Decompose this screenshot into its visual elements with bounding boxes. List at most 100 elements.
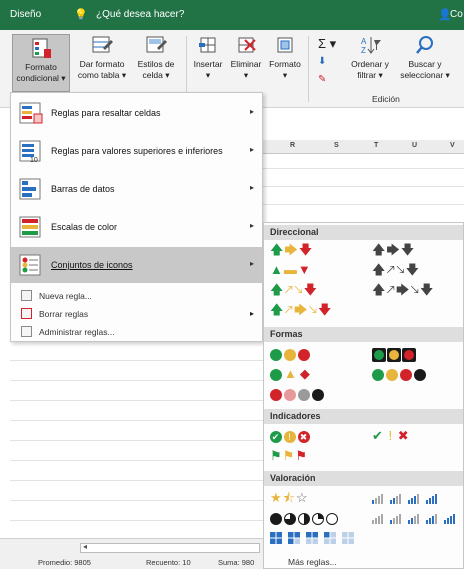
full-circle-icon: [270, 512, 282, 525]
yellow-circle-icon: [386, 368, 398, 381]
insert-button[interactable]: Insertar ▾: [190, 34, 226, 81]
user-name[interactable]: Co: [450, 9, 463, 20]
icon-set-3-signs[interactable]: ▲ ◆: [270, 367, 311, 381]
column-header[interactable]: R: [290, 142, 295, 149]
arrow-down-right-icon: 🡖: [293, 282, 304, 297]
conditional-format-menu: Reglas para resaltar celdas ▸ 10 Reglas …: [10, 92, 263, 342]
arrow-down-icon: 🡇: [420, 282, 435, 297]
icon-set-3-symbols-circled[interactable]: ✔! ✖: [270, 429, 312, 443]
more-rules-link[interactable]: Más reglas...: [288, 557, 337, 567]
arrow-down-icon: 🡇: [318, 302, 333, 317]
icon-set-5-ratings[interactable]: [372, 511, 462, 528]
yellow-flag-icon: ⚑: [282, 448, 296, 463]
submenu-arrow-icon: ▸: [249, 221, 254, 230]
icon-set-3-arrows-colored[interactable]: 🡅🡆🡇: [270, 243, 313, 257]
icon-set-3-symbols[interactable]: ✔ ! ✖: [372, 429, 410, 443]
horizontal-scrollbar[interactable]: ◂: [80, 542, 260, 553]
find-select-button[interactable]: Buscar y seleccionar ▾: [396, 34, 454, 81]
x-icon: ✖: [397, 428, 410, 443]
scroll-left-icon[interactable]: ◂: [83, 542, 87, 551]
menu-item-data-bars[interactable]: Barras de datos ▸: [11, 171, 262, 207]
arrow-down-right-icon: 🡖: [308, 302, 319, 317]
svg-text:10: 10: [30, 157, 38, 163]
fill-icon[interactable]: ⬇: [318, 56, 326, 67]
icon-set-3-arrows-gray[interactable]: 🡅🡆🡇: [372, 243, 415, 257]
grid-line: [10, 440, 263, 441]
title-bar: Diseño 💡 ¿Qué desea hacer? 👤 Co: [0, 0, 464, 30]
menu-item-highlight-rules[interactable]: Reglas para resaltar celdas ▸: [11, 95, 262, 131]
tab-diseno[interactable]: Diseño: [10, 9, 41, 20]
section-header-valoracion: Valoración: [264, 471, 463, 486]
icon-set-5-quarters[interactable]: [270, 511, 340, 525]
menu-item-manage-rules[interactable]: Administrar reglas...: [11, 323, 262, 341]
grid-line: [10, 520, 263, 521]
status-average: Promedio: 9805: [38, 558, 91, 567]
section-header-formas: Formas: [264, 327, 463, 342]
empty-circle-icon: [326, 512, 338, 525]
menu-item-new-rule[interactable]: Nueva regla...: [11, 287, 262, 305]
format-cells-icon: [274, 34, 296, 56]
icon-set-4-ratings[interactable]: [372, 491, 458, 508]
arrow-up-icon: 🡅: [270, 282, 285, 297]
x-circle-icon: ✖: [298, 430, 310, 443]
icon-set-5-boxes[interactable]: [270, 531, 362, 548]
dash-icon: ▬: [283, 262, 298, 277]
icon-set-5-arrows-colored[interactable]: 🡅🡕🡆🡖🡇: [270, 303, 332, 317]
arrow-down-icon: 🡇: [400, 242, 416, 257]
empty-star-icon: ☆: [295, 490, 309, 505]
menu-item-top-bottom-rules[interactable]: 10 Reglas para valores superiores e infe…: [11, 133, 262, 169]
menu-item-label: Reglas para valores superiores e inferio…: [51, 146, 223, 156]
cell-styles-button[interactable]: Estilos de celda ▾: [132, 34, 180, 81]
icon-set-4-traffic-lights[interactable]: [372, 367, 428, 381]
arrow-up-right-icon: 🡕: [284, 282, 294, 297]
delete-label1: Eliminar: [230, 59, 262, 69]
menu-item-color-scales[interactable]: Escalas de color ▸: [11, 209, 262, 245]
delete-label2: ▾: [243, 70, 249, 80]
column-headers: R S T U V: [262, 140, 464, 154]
submenu-arrow-icon: ▸: [249, 309, 254, 318]
delete-button[interactable]: Eliminar ▾: [228, 34, 264, 81]
sort-filter-icon: AZ: [359, 34, 381, 56]
icon-set-red-to-black[interactable]: [270, 387, 326, 401]
insert-label2: ▾: [205, 70, 211, 80]
icon-set-3-traffic-lights[interactable]: [270, 347, 312, 361]
column-header[interactable]: S: [334, 142, 339, 149]
pink-circle-icon: [284, 388, 296, 401]
format-cells-button[interactable]: Formato ▾: [266, 34, 304, 81]
check-circle-icon: ✔: [270, 430, 282, 443]
column-header[interactable]: U: [412, 142, 417, 149]
grid-line: [10, 480, 263, 481]
menu-item-icon-sets[interactable]: Conjuntos de iconos ▸: [11, 247, 262, 283]
conditional-format-button[interactable]: Formato condicional ▾: [12, 34, 70, 92]
arrow-right-icon: 🡆: [395, 282, 411, 297]
column-header[interactable]: T: [374, 142, 378, 149]
conditional-format-icon: [30, 37, 52, 59]
insert-icon: [197, 34, 219, 56]
icon-set-5-arrows-gray[interactable]: 🡅🡕🡆🡖🡇: [372, 283, 434, 297]
black-circle-icon: [414, 368, 426, 381]
submenu-arrow-icon: ▸: [249, 183, 254, 192]
tell-me-search[interactable]: ¿Qué desea hacer?: [96, 9, 184, 20]
icon-set-3-triangles[interactable]: ▲▬▼: [270, 263, 312, 277]
arrow-down-right-icon: 🡖: [410, 282, 421, 297]
column-header[interactable]: V: [450, 142, 455, 149]
autosum-icon[interactable]: Σ ▾: [318, 36, 336, 52]
icon-set-3-traffic-lights-rimmed[interactable]: [372, 347, 416, 362]
icon-set-4-arrows-gray[interactable]: 🡅🡕🡖🡇: [372, 263, 420, 277]
submenu-arrow-icon: ▸: [249, 107, 254, 116]
green-circle-icon: [270, 348, 282, 361]
icon-set-4-arrows-colored[interactable]: 🡅🡕🡖🡇: [270, 283, 318, 297]
sort-filter-button[interactable]: AZ Ordenar y filtrar ▾: [346, 34, 394, 81]
format-as-table-button[interactable]: Dar formato como tabla ▾: [74, 34, 130, 81]
menu-item-clear-rules[interactable]: Borrar reglas ▸: [11, 305, 262, 323]
icon-set-3-stars[interactable]: ★⯪☆: [270, 491, 309, 505]
rimmed-green-light-icon: [372, 347, 386, 362]
black-circle-icon: [312, 388, 324, 401]
clear-icon[interactable]: ✎: [318, 74, 326, 85]
cell-styles-label2: celda ▾: [142, 70, 170, 80]
section-label: Formas: [270, 329, 303, 339]
icon-set-3-flags[interactable]: ⚑⚑⚑: [270, 449, 308, 463]
arrow-down-icon: 🡇: [303, 282, 318, 297]
arrow-right-icon: 🡆: [293, 302, 309, 317]
find-select-label2: seleccionar ▾: [400, 70, 450, 80]
